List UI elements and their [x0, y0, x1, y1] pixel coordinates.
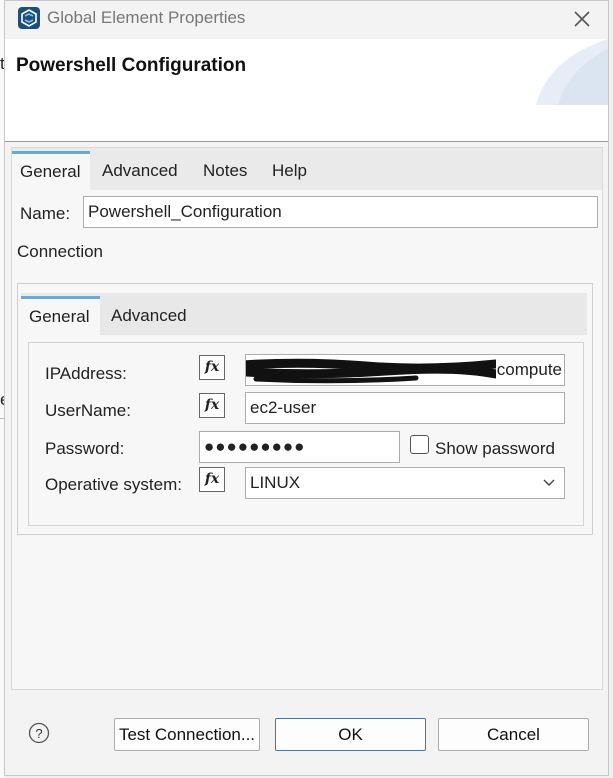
- tab-general[interactable]: General: [12, 151, 90, 190]
- ipaddress-label: IPAddress:: [45, 364, 127, 383]
- connection-label: Connection: [17, 242, 104, 261]
- main-tabbar: General Advanced Notes Help: [12, 148, 602, 190]
- show-password-checkbox[interactable]: [410, 435, 429, 454]
- main-panel: General Advanced Notes Help Name: Powers…: [11, 147, 603, 690]
- username-fx-button[interactable]: fx: [199, 393, 225, 418]
- show-password-label[interactable]: Show password: [435, 439, 555, 459]
- name-label: Name:: [20, 204, 71, 223]
- window-title: Global Element Properties: [47, 8, 246, 27]
- page-title: Powershell Configuration: [16, 55, 247, 76]
- tab-connection-general[interactable]: General: [21, 296, 100, 335]
- username-field[interactable]: ec2-user: [245, 392, 565, 424]
- connection-tabbar: General Advanced: [21, 293, 587, 335]
- os-fx-button[interactable]: fx: [199, 467, 225, 492]
- app-logo-icon: [18, 7, 40, 29]
- tab-notes[interactable]: Notes: [195, 151, 255, 190]
- tab-help[interactable]: Help: [264, 151, 315, 190]
- svg-text:?: ?: [35, 726, 42, 741]
- password-field[interactable]: ●●●●●●●●●: [199, 431, 400, 463]
- redaction-scribble: [246, 358, 496, 384]
- ipaddress-field[interactable]: compute: [245, 354, 565, 386]
- password-label: Password:: [45, 439, 125, 458]
- ipaddress-fx-button[interactable]: fx: [199, 355, 225, 380]
- name-field[interactable]: Powershell_Configuration: [83, 196, 598, 228]
- cancel-button[interactable]: Cancel: [438, 718, 589, 751]
- username-label: UserName:: [45, 401, 131, 420]
- title-bar[interactable]: Global Element Properties: [5, 1, 608, 37]
- test-connection-button[interactable]: Test Connection...: [114, 718, 260, 751]
- ok-button[interactable]: OK: [275, 718, 426, 751]
- dialog-window: Global Element Properties Powershell Con…: [4, 0, 609, 776]
- ipaddress-value: compute: [496, 360, 562, 379]
- connection-fields: IPAddress: fx compute UserName: fx ec2-u…: [28, 342, 584, 526]
- chevron-down-icon: [543, 479, 555, 486]
- banner-decoration: [536, 39, 608, 105]
- tab-connection-advanced[interactable]: Advanced: [103, 296, 195, 335]
- help-icon[interactable]: ?: [28, 722, 50, 744]
- tab-advanced[interactable]: Advanced: [94, 151, 186, 190]
- os-select-value: LINUX: [250, 473, 301, 492]
- close-icon[interactable]: [568, 5, 596, 33]
- header-banner: Powershell Configuration: [5, 39, 608, 142]
- os-select[interactable]: LINUX: [245, 467, 565, 499]
- os-label: Operative system:: [45, 475, 182, 494]
- connection-group: General Advanced IPAddress: fx compute U…: [17, 283, 593, 535]
